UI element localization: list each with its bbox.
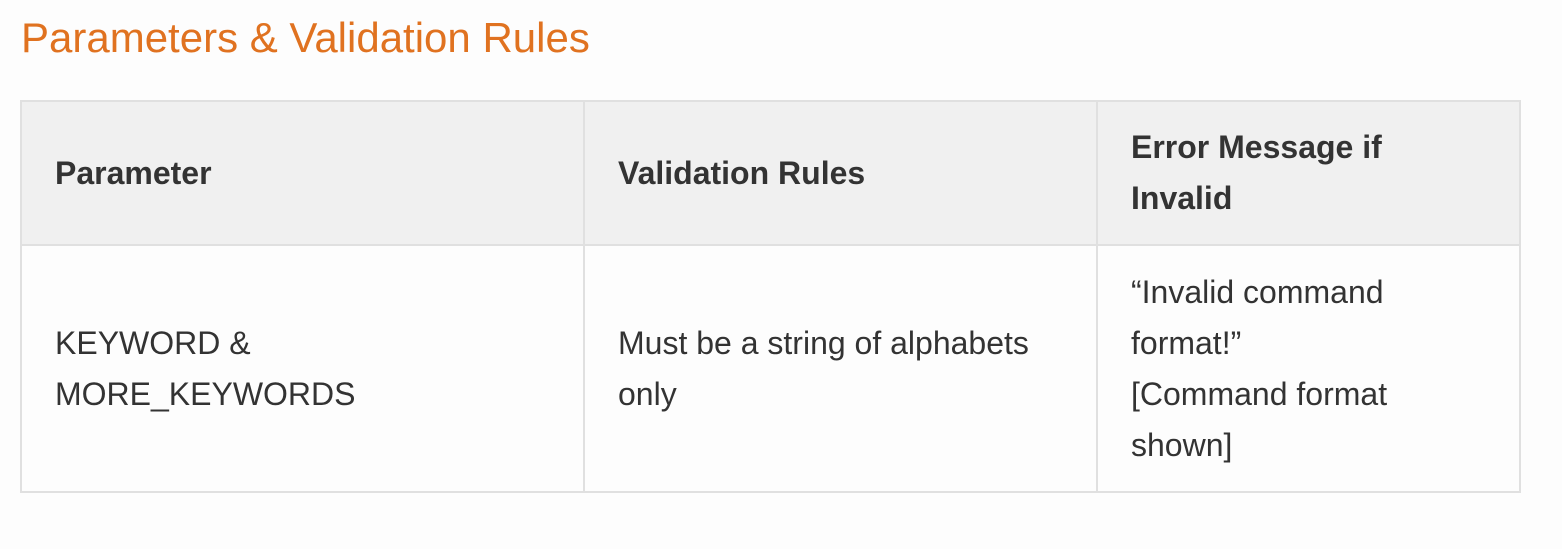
validation-rules-table: Parameter Validation Rules Error Message… bbox=[20, 100, 1521, 493]
parameter-text-line1: KEYWORD & bbox=[55, 324, 251, 361]
table-header-row: Parameter Validation Rules Error Message… bbox=[20, 100, 1521, 246]
header-parameter: Parameter bbox=[20, 100, 585, 246]
error-text-line3: [Command format bbox=[1131, 375, 1388, 412]
cell-validation-rules: Must be a string of alphabets only bbox=[583, 244, 1098, 493]
header-parameter-label: Parameter bbox=[55, 154, 212, 191]
validation-text-line2: only bbox=[618, 375, 677, 412]
parameter-text-line2: MORE_KEYWORDS bbox=[55, 375, 356, 412]
header-error-label-line1: Error Message if bbox=[1131, 129, 1382, 165]
header-error-label-line2: Invalid bbox=[1131, 180, 1233, 216]
cell-parameter: KEYWORD & MORE_KEYWORDS bbox=[20, 244, 585, 493]
header-error-message: Error Message if Invalid bbox=[1096, 100, 1521, 246]
validation-text-line1: Must be a string of alphabets bbox=[618, 324, 1029, 361]
error-text-line1: “Invalid command bbox=[1131, 273, 1384, 310]
cell-error-message: “Invalid command format!” [Command forma… bbox=[1096, 244, 1521, 493]
table-row: KEYWORD & MORE_KEYWORDS Must be a string… bbox=[20, 244, 1521, 493]
error-text-line2: format!” bbox=[1131, 324, 1242, 361]
section-title: Parameters & Validation Rules bbox=[21, 14, 590, 61]
error-text-line4: shown] bbox=[1131, 426, 1233, 463]
header-validation-label: Validation Rules bbox=[618, 154, 866, 191]
header-validation-rules: Validation Rules bbox=[583, 100, 1098, 246]
